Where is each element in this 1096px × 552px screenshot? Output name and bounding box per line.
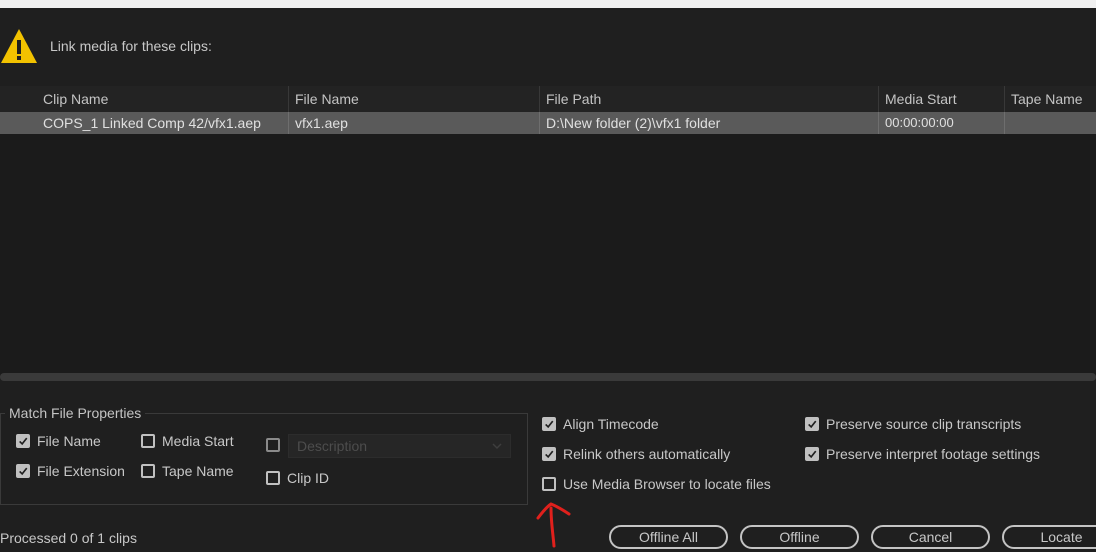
horizontal-scrollbar[interactable] (0, 373, 1096, 381)
preserve-transcripts-label: Preserve source clip transcripts (826, 416, 1022, 432)
annotation-arrow-icon (536, 502, 571, 548)
title-bar (0, 0, 1096, 8)
preserve-transcripts-checkbox[interactable]: Preserve source clip transcripts (805, 416, 1021, 432)
checkbox-checked-icon (542, 447, 556, 461)
chevron-down-icon (492, 443, 502, 450)
checkbox-checked-icon (542, 417, 556, 431)
tape-name-label: Tape Name (162, 463, 234, 479)
checkbox-checked-icon (805, 417, 819, 431)
column-header-media-start[interactable]: Media Start (878, 86, 1004, 112)
media-start-label: Media Start (162, 433, 234, 449)
checkbox-unchecked-icon (141, 464, 155, 478)
checkbox-unchecked-icon (542, 477, 556, 491)
clips-table[interactable]: Clip Name File Name File Path Media Star… (0, 86, 1096, 381)
cell-media-start: 00:00:00:00 (878, 112, 1004, 134)
description-checkbox[interactable] (266, 438, 287, 452)
warning-icon (1, 29, 37, 63)
checkbox-checked-icon (805, 447, 819, 461)
align-timecode-label: Align Timecode (563, 416, 659, 432)
cell-clip-name: COPS_1 Linked Comp 42/vfx1.aep (43, 115, 261, 131)
offline-all-button[interactable]: Offline All (609, 525, 728, 549)
column-header-file-name[interactable]: File Name (288, 86, 539, 112)
checkbox-unchecked-icon (266, 438, 280, 452)
relink-others-label: Relink others automatically (563, 446, 731, 462)
use-media-browser-label: Use Media Browser to locate files (563, 476, 771, 492)
column-header-clip-name[interactable]: Clip Name (37, 86, 288, 112)
table-row[interactable]: COPS_1 Linked Comp 42/vfx1.aep vfx1.aep … (0, 112, 1096, 134)
match-file-properties-legend: Match File Properties (9, 405, 142, 421)
file-name-label: File Name (37, 433, 101, 449)
tape-name-checkbox[interactable]: Tape Name (141, 463, 234, 479)
cancel-button[interactable]: Cancel (871, 525, 990, 549)
cell-tape-name (1004, 112, 1096, 134)
description-dropdown[interactable]: Description (288, 434, 511, 458)
media-start-checkbox[interactable]: Media Start (141, 433, 234, 449)
description-dropdown-value: Description (297, 438, 368, 454)
clip-id-label: Clip ID (287, 470, 330, 486)
clip-id-checkbox[interactable]: Clip ID (266, 470, 329, 486)
file-extension-checkbox[interactable]: File Extension (16, 463, 125, 479)
checkbox-unchecked-icon (141, 434, 155, 448)
cell-file-name: vfx1.aep (288, 112, 539, 134)
status-text: Processed 0 of 1 clips (0, 530, 137, 546)
dialog-message: Link media for these clips: (50, 38, 212, 54)
file-name-checkbox[interactable]: File Name (16, 433, 101, 449)
cell-file-path: D:\New folder (2)\vfx1 folder (539, 112, 878, 134)
use-media-browser-checkbox[interactable]: Use Media Browser to locate files (542, 476, 771, 492)
locate-button[interactable]: Locate (1002, 525, 1096, 549)
column-header-file-path[interactable]: File Path (539, 86, 878, 112)
checkbox-checked-icon (16, 434, 30, 448)
checkbox-checked-icon (16, 464, 30, 478)
preserve-interpret-checkbox[interactable]: Preserve interpret footage settings (805, 446, 1040, 462)
align-timecode-checkbox[interactable]: Align Timecode (542, 416, 659, 432)
relink-others-checkbox[interactable]: Relink others automatically (542, 446, 730, 462)
offline-button[interactable]: Offline (740, 525, 859, 549)
column-header-tape-name[interactable]: Tape Name (1004, 86, 1096, 112)
file-extension-label: File Extension (37, 463, 125, 479)
preserve-interpret-label: Preserve interpret footage settings (826, 446, 1041, 462)
table-header: Clip Name File Name File Path Media Star… (0, 86, 1096, 112)
checkbox-unchecked-icon (266, 471, 280, 485)
